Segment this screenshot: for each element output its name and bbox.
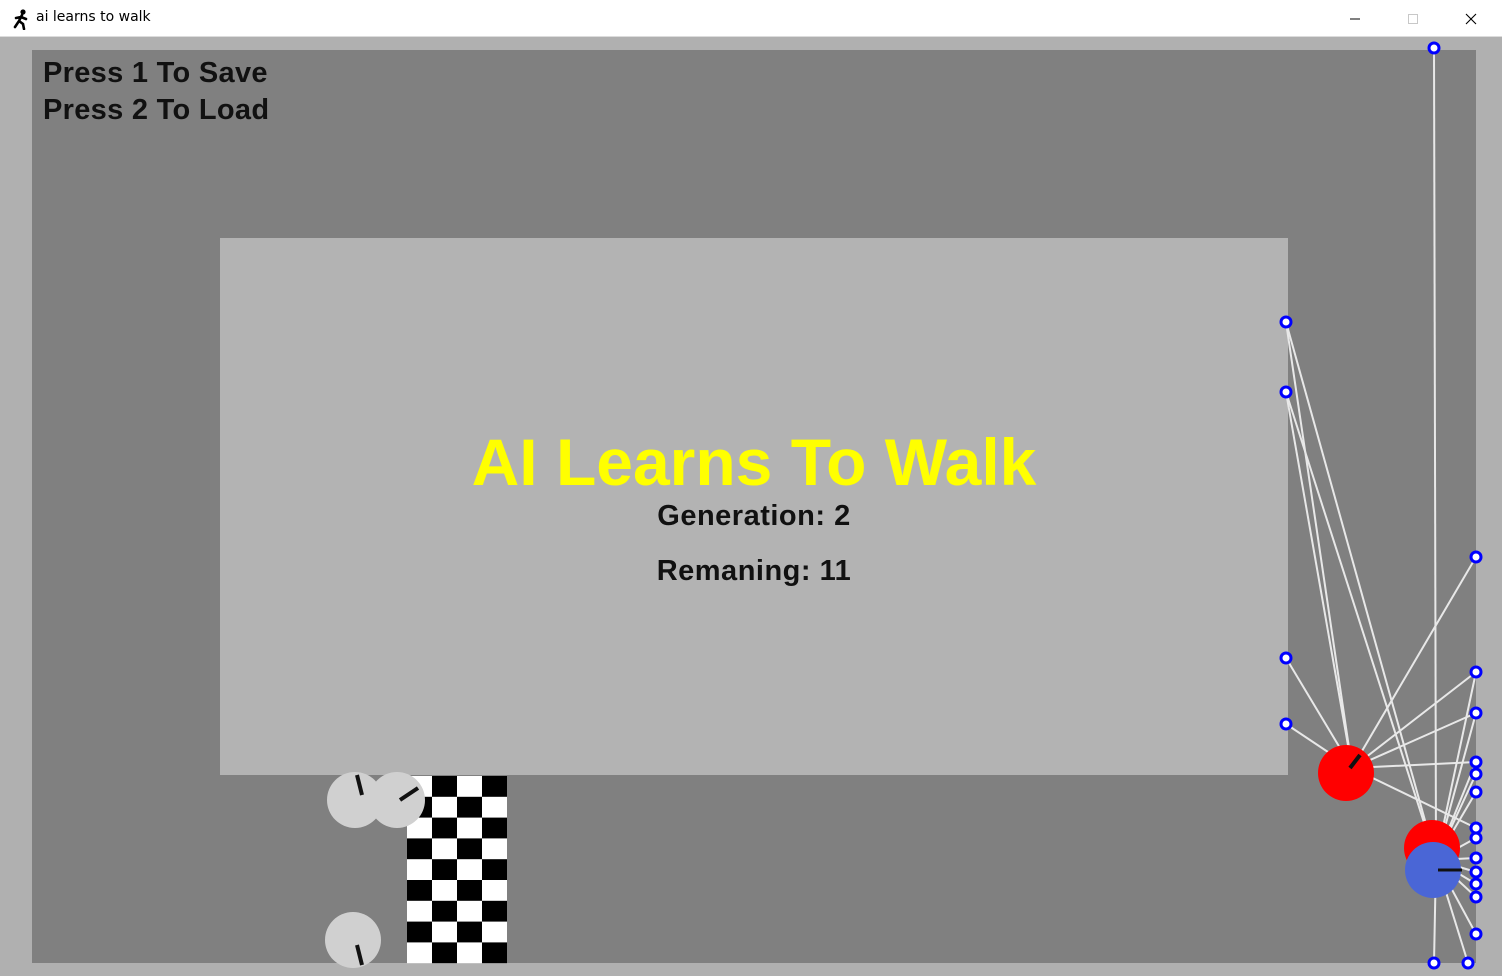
- close-button[interactable]: [1442, 0, 1500, 37]
- flag-square: [457, 921, 482, 943]
- title-bar: ai learns to walk: [0, 0, 1502, 37]
- walker-body-red: [1318, 745, 1374, 801]
- joint-node: [1469, 831, 1483, 845]
- walking-figure-icon: [13, 9, 28, 30]
- joint-node: [1279, 315, 1293, 329]
- joint-node: [1427, 956, 1441, 970]
- joint-node: [1469, 550, 1483, 564]
- joint-node: [1279, 717, 1293, 731]
- flag-square: [482, 900, 507, 922]
- flag-square: [482, 776, 507, 797]
- minimize-button[interactable]: [1326, 0, 1384, 37]
- limb-line: [1351, 556, 1477, 769]
- joint-node: [1469, 877, 1483, 891]
- flag-square: [407, 921, 432, 943]
- window-title: ai learns to walk: [36, 9, 151, 25]
- flag-square: [432, 942, 457, 964]
- minimize-icon: [1350, 18, 1360, 19]
- flag-square: [407, 880, 432, 901]
- close-icon: [1465, 13, 1477, 24]
- idle-walker-body: [325, 912, 381, 968]
- flag-square: [482, 817, 507, 839]
- flag-square: [432, 900, 457, 922]
- flag-square: [457, 838, 482, 860]
- maximize-icon: [1408, 13, 1418, 24]
- limb-line: [1285, 321, 1353, 769]
- joint-node: [1469, 665, 1483, 679]
- joint-node: [1469, 755, 1483, 769]
- joint-node: [1469, 927, 1483, 941]
- joint-node: [1469, 851, 1483, 865]
- flag-square: [457, 796, 482, 818]
- limb-line: [1433, 47, 1437, 861]
- joint-node: [1461, 956, 1475, 970]
- walker-bodies: [1318, 745, 1462, 898]
- flag-square: [432, 776, 457, 797]
- joint-node: [1469, 890, 1483, 904]
- flag-square: [432, 817, 457, 839]
- joint-node: [1469, 706, 1483, 720]
- joint-node: [1469, 785, 1483, 799]
- flag-square: [482, 942, 507, 964]
- joint-node: [1427, 41, 1441, 55]
- flag-square: [407, 838, 432, 860]
- scene-layer: [325, 41, 1483, 970]
- joint-node: [1469, 767, 1483, 781]
- joint-node: [1279, 651, 1293, 665]
- limb-line: [1351, 671, 1477, 769]
- idle-walker-body: [369, 772, 425, 828]
- flag-square: [457, 880, 482, 901]
- maximize-button[interactable]: [1384, 0, 1442, 37]
- flag-square: [482, 859, 507, 880]
- joint-node: [1469, 865, 1483, 879]
- joint-node: [1279, 385, 1293, 399]
- flag-square: [432, 859, 457, 880]
- game-canvas[interactable]: Press 1 To Save Press 2 To Load AI Learn…: [0, 38, 1502, 976]
